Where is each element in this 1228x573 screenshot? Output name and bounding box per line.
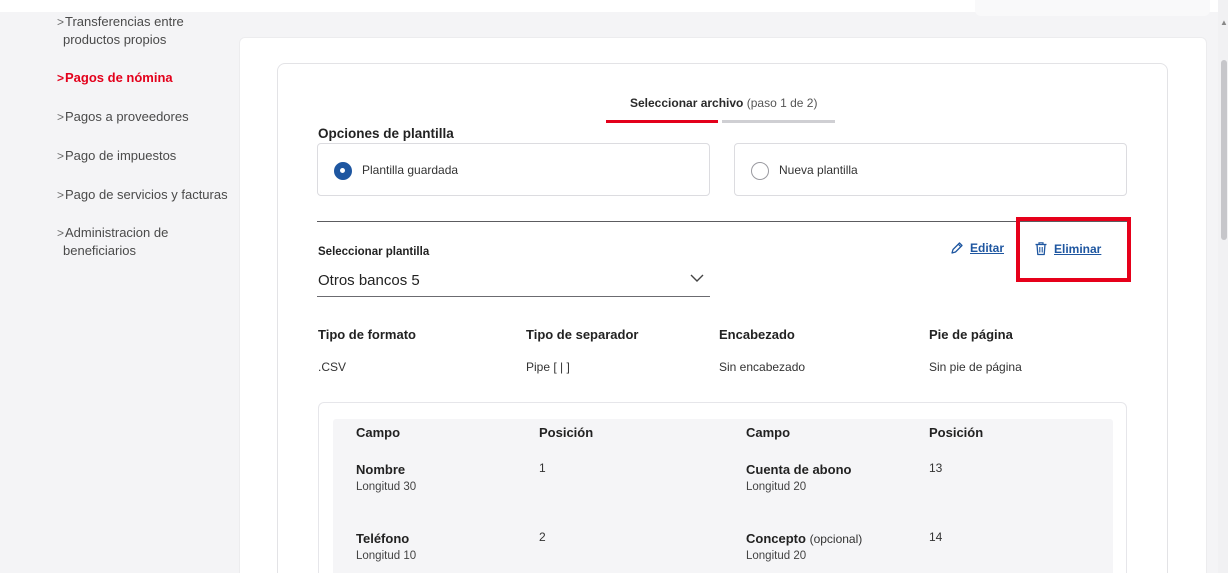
field-position: 14	[929, 530, 943, 544]
delete-highlight-box	[1016, 217, 1131, 282]
sidebar-item-label: Transferencias entre	[65, 14, 184, 29]
fields-table-body	[333, 419, 1113, 573]
field-name-text: Concepto	[746, 531, 806, 546]
field-optional-tag: (opcional)	[809, 532, 863, 546]
field-length: Longitud 20	[746, 481, 807, 493]
chevron-right-icon: >	[57, 110, 65, 124]
field-position: 1	[539, 461, 546, 475]
select-template-label: Seleccionar plantilla	[318, 246, 430, 258]
field-name: Nombre	[356, 462, 406, 477]
chevron-right-icon: >	[57, 188, 65, 202]
sidebar-item-label: beneficiarios	[63, 243, 136, 258]
sidebar-item-transferencias[interactable]: >Transferencias entre productos propios	[57, 13, 235, 49]
option-label: Nueva plantilla	[779, 163, 858, 177]
field-length: Longitud 30	[356, 481, 417, 493]
sidebar-item-pago-servicios[interactable]: >Pago de servicios y facturas	[57, 186, 235, 204]
stepper-progress-inactive	[722, 120, 835, 123]
chevron-right-icon: >	[57, 71, 65, 85]
field-position: 2	[539, 530, 546, 544]
separator-type-value: Pipe [ | ]	[526, 360, 570, 374]
format-type-value: .CSV	[318, 360, 347, 374]
select-value: Otros bancos 5	[318, 272, 420, 289]
column-header-posicion: Posición	[539, 425, 594, 440]
sidebar: >Transferencias entre productos propios …	[0, 0, 238, 573]
field-length: Longitud 20	[746, 550, 807, 562]
sidebar-item-label: Pagos de nómina	[65, 70, 173, 85]
field-name: Concepto (opcional)	[746, 531, 862, 546]
field-length: Longitud 10	[356, 550, 417, 562]
sidebar-item-label: Administracion de	[65, 225, 169, 240]
sidebar-item-label: Pagos a proveedores	[65, 109, 189, 124]
option-new-template[interactable]: Nueva plantilla	[734, 143, 1127, 196]
option-saved-template[interactable]: Plantilla guardada	[317, 143, 710, 196]
radio-checked-icon[interactable]	[334, 162, 352, 180]
stepper-step-name: Seleccionar archivo	[630, 96, 744, 110]
sidebar-item-label: Pago de impuestos	[65, 148, 177, 163]
sidebar-item-label: Pago de servicios y facturas	[65, 187, 228, 202]
scrollbar-thumb[interactable]	[1221, 60, 1227, 240]
chevron-right-icon: >	[57, 226, 65, 240]
section-divider	[317, 221, 1127, 222]
header-heading: Encabezado	[719, 327, 795, 342]
scroll-up-icon[interactable]: ▲	[1220, 18, 1228, 27]
pencil-icon	[951, 242, 963, 254]
sidebar-item-label: productos propios	[63, 32, 167, 47]
footer-heading: Pie de página	[929, 327, 1013, 342]
column-header-campo: Campo	[356, 425, 401, 440]
stepper-progress-active	[606, 120, 718, 123]
edit-button[interactable]: Editar	[950, 241, 1004, 255]
sidebar-item-pagos-proveedores[interactable]: >Pagos a proveedores	[57, 108, 235, 126]
template-select[interactable]: Otros bancos 5	[317, 264, 710, 297]
edit-label: Editar	[970, 241, 1005, 255]
top-search-box[interactable]	[975, 0, 1210, 16]
footer-value: Sin pie de página	[929, 360, 1022, 374]
format-type-heading: Tipo de formato	[318, 327, 416, 342]
sidebar-item-pagos-nomina[interactable]: >Pagos de nómina	[57, 69, 235, 87]
separator-type-heading: Tipo de separador	[526, 327, 639, 342]
sidebar-item-pago-impuestos[interactable]: >Pago de impuestos	[57, 147, 235, 165]
field-name: Cuenta de abono	[746, 462, 852, 477]
sidebar-item-administracion-beneficiarios[interactable]: >Administracion de beneficiarios	[57, 224, 235, 260]
field-name: Teléfono	[356, 531, 410, 546]
field-position: 13	[929, 461, 943, 475]
header-value: Sin encabezado	[719, 360, 806, 374]
stepper-title: Seleccionar archivo (paso 1 de 2)	[630, 96, 817, 110]
chevron-right-icon: >	[57, 15, 65, 29]
column-header-campo: Campo	[746, 425, 791, 440]
radio-unchecked-icon[interactable]	[751, 162, 769, 180]
template-options-heading: Opciones de plantilla	[318, 126, 454, 141]
option-label: Plantilla guardada	[362, 163, 459, 177]
chevron-right-icon: >	[57, 149, 65, 163]
column-header-posicion: Posición	[929, 425, 984, 440]
chevron-down-icon	[690, 274, 704, 282]
stepper-step-count: (paso 1 de 2)	[746, 96, 818, 110]
